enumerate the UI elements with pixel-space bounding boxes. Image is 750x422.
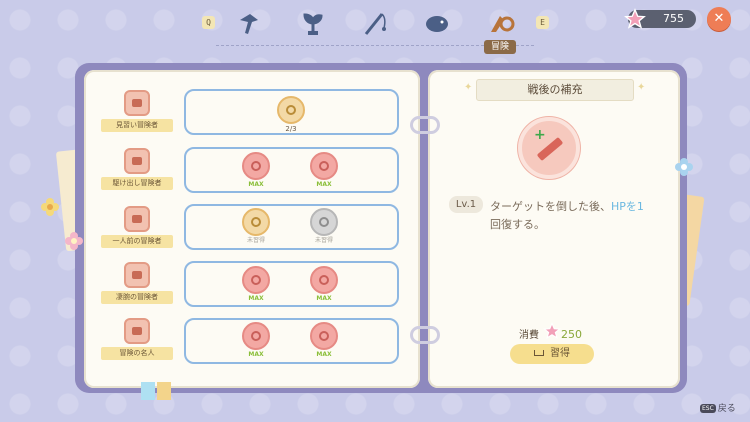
- star-currency-icon: [543, 322, 561, 340]
- skill-slot[interactable]: MAX: [241, 152, 271, 189]
- skill-slot[interactable]: MAX: [309, 152, 339, 189]
- skill-badge-icon: [242, 152, 270, 180]
- rank-emblem-icon: [124, 318, 150, 344]
- skill-badge-icon: [310, 208, 338, 236]
- esc-key: ESC: [700, 404, 716, 413]
- rank-label: 見習い冒険者: [101, 119, 173, 132]
- bookmark-ribbon: [141, 382, 155, 400]
- rank-skilled[interactable]: 凄腕の冒険者: [101, 262, 173, 304]
- skill-badge-icon: [310, 322, 338, 350]
- desc-text: 回復する。: [490, 218, 545, 231]
- fishing-rod-icon[interactable]: [360, 10, 390, 36]
- active-tab-label: 冒険: [484, 40, 516, 54]
- skill-slot[interactable]: MAX: [309, 266, 339, 303]
- skill-slot-selected[interactable]: 未習得: [241, 208, 271, 245]
- learn-label: 習得: [550, 348, 570, 359]
- binder-ring: [410, 116, 440, 134]
- skill-badge-icon: [310, 266, 338, 294]
- skill-badge-icon: [242, 322, 270, 350]
- skill-status-tag: 未習得: [314, 237, 333, 244]
- sprout-icon[interactable]: [298, 10, 328, 36]
- close-button[interactable]: ✕: [707, 7, 731, 31]
- rank-label: 一人前の冒険者: [101, 235, 173, 248]
- skill-max-tag: MAX: [316, 181, 332, 188]
- skill-description: ターゲットを倒した後、HPを1 回復する。: [490, 198, 670, 234]
- rank-emblem-icon: [124, 90, 150, 116]
- skill-max-tag: MAX: [316, 351, 332, 358]
- skill-level-badge: Lv.1: [449, 196, 483, 213]
- skill-status-tag: 未習得: [246, 237, 265, 244]
- rank-label: 凄腕の冒険者: [101, 291, 173, 304]
- cost-value: 250: [561, 328, 582, 341]
- skill-max-tag: MAX: [316, 295, 332, 302]
- heal-sword-icon: +: [518, 117, 580, 179]
- learn-key-icon: [534, 350, 544, 356]
- hammer-icon[interactable]: [236, 10, 266, 36]
- cost-label: 消費: [519, 330, 539, 341]
- skill-slot[interactable]: MAX: [309, 322, 339, 359]
- skill-badge-icon: [242, 266, 270, 294]
- back-label: 戻る: [717, 404, 736, 414]
- prev-tab-key[interactable]: Q: [202, 16, 215, 29]
- desc-highlight: HPを1: [611, 200, 644, 213]
- rank-emblem-icon: [124, 206, 150, 232]
- skill-title: 戦後の補充: [476, 79, 634, 101]
- skill-row: [184, 147, 399, 193]
- skill-row: [184, 261, 399, 307]
- skill-slot[interactable]: 未習得: [309, 208, 339, 245]
- skill-slot[interactable]: MAX: [241, 266, 271, 303]
- rank-master[interactable]: 冒険の名人: [101, 318, 173, 360]
- skill-badge-icon: [242, 208, 270, 236]
- skill-progress: 2/3: [285, 125, 297, 133]
- sparkle-icon: ✦: [637, 82, 646, 93]
- binder-ring: [410, 326, 440, 344]
- back-hint[interactable]: ESC 戻る: [700, 401, 736, 414]
- flower-icon: [40, 197, 60, 217]
- next-tab-key[interactable]: E: [536, 16, 549, 29]
- skill-row: [184, 318, 399, 364]
- sparkle-icon: ✦: [464, 82, 473, 93]
- skill-slot[interactable]: MAX: [241, 322, 271, 359]
- skill-row: [184, 204, 399, 250]
- bookmark-ribbon: [157, 382, 171, 400]
- skill-max-tag: MAX: [248, 181, 264, 188]
- learn-button[interactable]: 習得: [510, 344, 594, 364]
- skill-max-tag: MAX: [248, 295, 264, 302]
- skill-badge-icon: [277, 96, 305, 124]
- flower-icon: [674, 157, 694, 177]
- rank-emblem-icon: [124, 262, 150, 288]
- adventure-icon[interactable]: [486, 10, 516, 36]
- rank-competent[interactable]: 一人前の冒険者: [101, 206, 173, 248]
- star-currency-icon: [624, 8, 646, 30]
- rank-novice[interactable]: 駆け出し冒険者: [101, 148, 173, 190]
- rank-label: 駆け出し冒険者: [101, 177, 173, 190]
- skill-badge-icon: [310, 152, 338, 180]
- skill-slot[interactable]: 2/3: [276, 96, 306, 133]
- rank-apprentice[interactable]: 見習い冒険者: [101, 90, 173, 132]
- flower-icon: [64, 231, 84, 251]
- rank-emblem-icon: [124, 148, 150, 174]
- rank-label: 冒険の名人: [101, 347, 173, 360]
- hedgehog-icon[interactable]: [422, 10, 452, 36]
- skill-max-tag: MAX: [248, 351, 264, 358]
- desc-text: ターゲットを倒した後、: [490, 200, 611, 213]
